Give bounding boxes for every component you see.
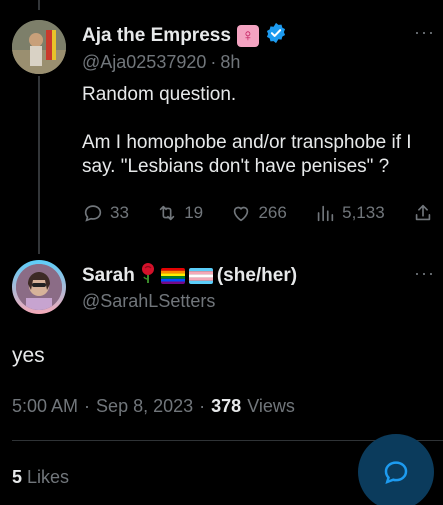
thread-line-top — [38, 0, 40, 10]
avatar-photo-icon — [12, 20, 66, 74]
likes-count: 5 — [12, 467, 23, 487]
author-pronouns: (she/her) — [216, 265, 298, 286]
likes-link[interactable]: 5 Likes — [12, 467, 69, 488]
avatar-photo-icon — [16, 264, 62, 310]
share-icon — [415, 204, 431, 221]
reply-count: 33 — [110, 203, 129, 222]
post-text: Random question. Am I homophobe and/or t… — [82, 83, 437, 203]
like-count: 266 — [258, 203, 287, 222]
views-label: Views — [247, 396, 295, 416]
separator: · — [210, 52, 217, 72]
repost-count: 19 — [184, 203, 204, 222]
handle-row: @Aja02537920 · 8h — [82, 52, 240, 73]
post-text-line: Am I homophobe and/or transphobe if I sa… — [82, 132, 412, 177]
author-row: Aja the Empress ♀ — [82, 22, 287, 49]
heart-icon — [234, 206, 249, 222]
separator: · — [199, 396, 206, 416]
reply-icon — [84, 205, 102, 222]
post-time[interactable]: 5:00 AM — [12, 396, 78, 417]
reply-icon — [384, 461, 408, 485]
post-time[interactable]: 8h — [220, 52, 240, 73]
repost-button[interactable]: 19 — [156, 202, 203, 224]
repost-icon — [159, 205, 175, 221]
compose-reply-button[interactable] — [358, 434, 434, 505]
action-bar: 33 19 266 5,133 — [82, 202, 434, 224]
like-button[interactable]: 266 — [230, 202, 287, 224]
avatar[interactable] — [12, 260, 66, 314]
author-name[interactable]: Sarah — [82, 265, 135, 287]
female-sign-icon: ♀ — [236, 24, 259, 47]
verified-badge-icon — [265, 22, 287, 49]
views-count: 378 — [211, 396, 242, 416]
views-button[interactable]: 5,133 — [314, 202, 385, 224]
separator: · — [84, 396, 91, 416]
more-options-button[interactable]: ··· — [414, 263, 435, 284]
transgender-flag-icon — [188, 268, 213, 284]
reply-button[interactable]: 33 — [82, 202, 129, 224]
rainbow-flag-icon — [160, 268, 185, 284]
post-date[interactable]: Sep 8, 2023 — [96, 396, 193, 417]
avatar[interactable] — [12, 20, 66, 74]
author-name[interactable]: Aja the Empress — [82, 25, 231, 47]
share-button[interactable] — [412, 202, 434, 224]
rose-icon — [139, 262, 157, 290]
view-count: 5,133 — [342, 203, 385, 222]
author-handle[interactable]: @SarahLSetters — [82, 291, 215, 312]
more-options-button[interactable]: ··· — [414, 22, 435, 43]
post-meta: 5:00 AM · Sep 8, 2023 · 378 Views — [12, 396, 295, 417]
post-text-line: Random question. — [82, 84, 237, 105]
likes-label: Likes — [27, 467, 70, 487]
author-handle[interactable]: @Aja02537920 — [82, 52, 206, 73]
views-chart-icon — [317, 205, 334, 222]
author-row: Sarah (she/her) — [82, 262, 297, 290]
post-text: yes — [12, 344, 45, 367]
thread-connector — [38, 76, 40, 254]
